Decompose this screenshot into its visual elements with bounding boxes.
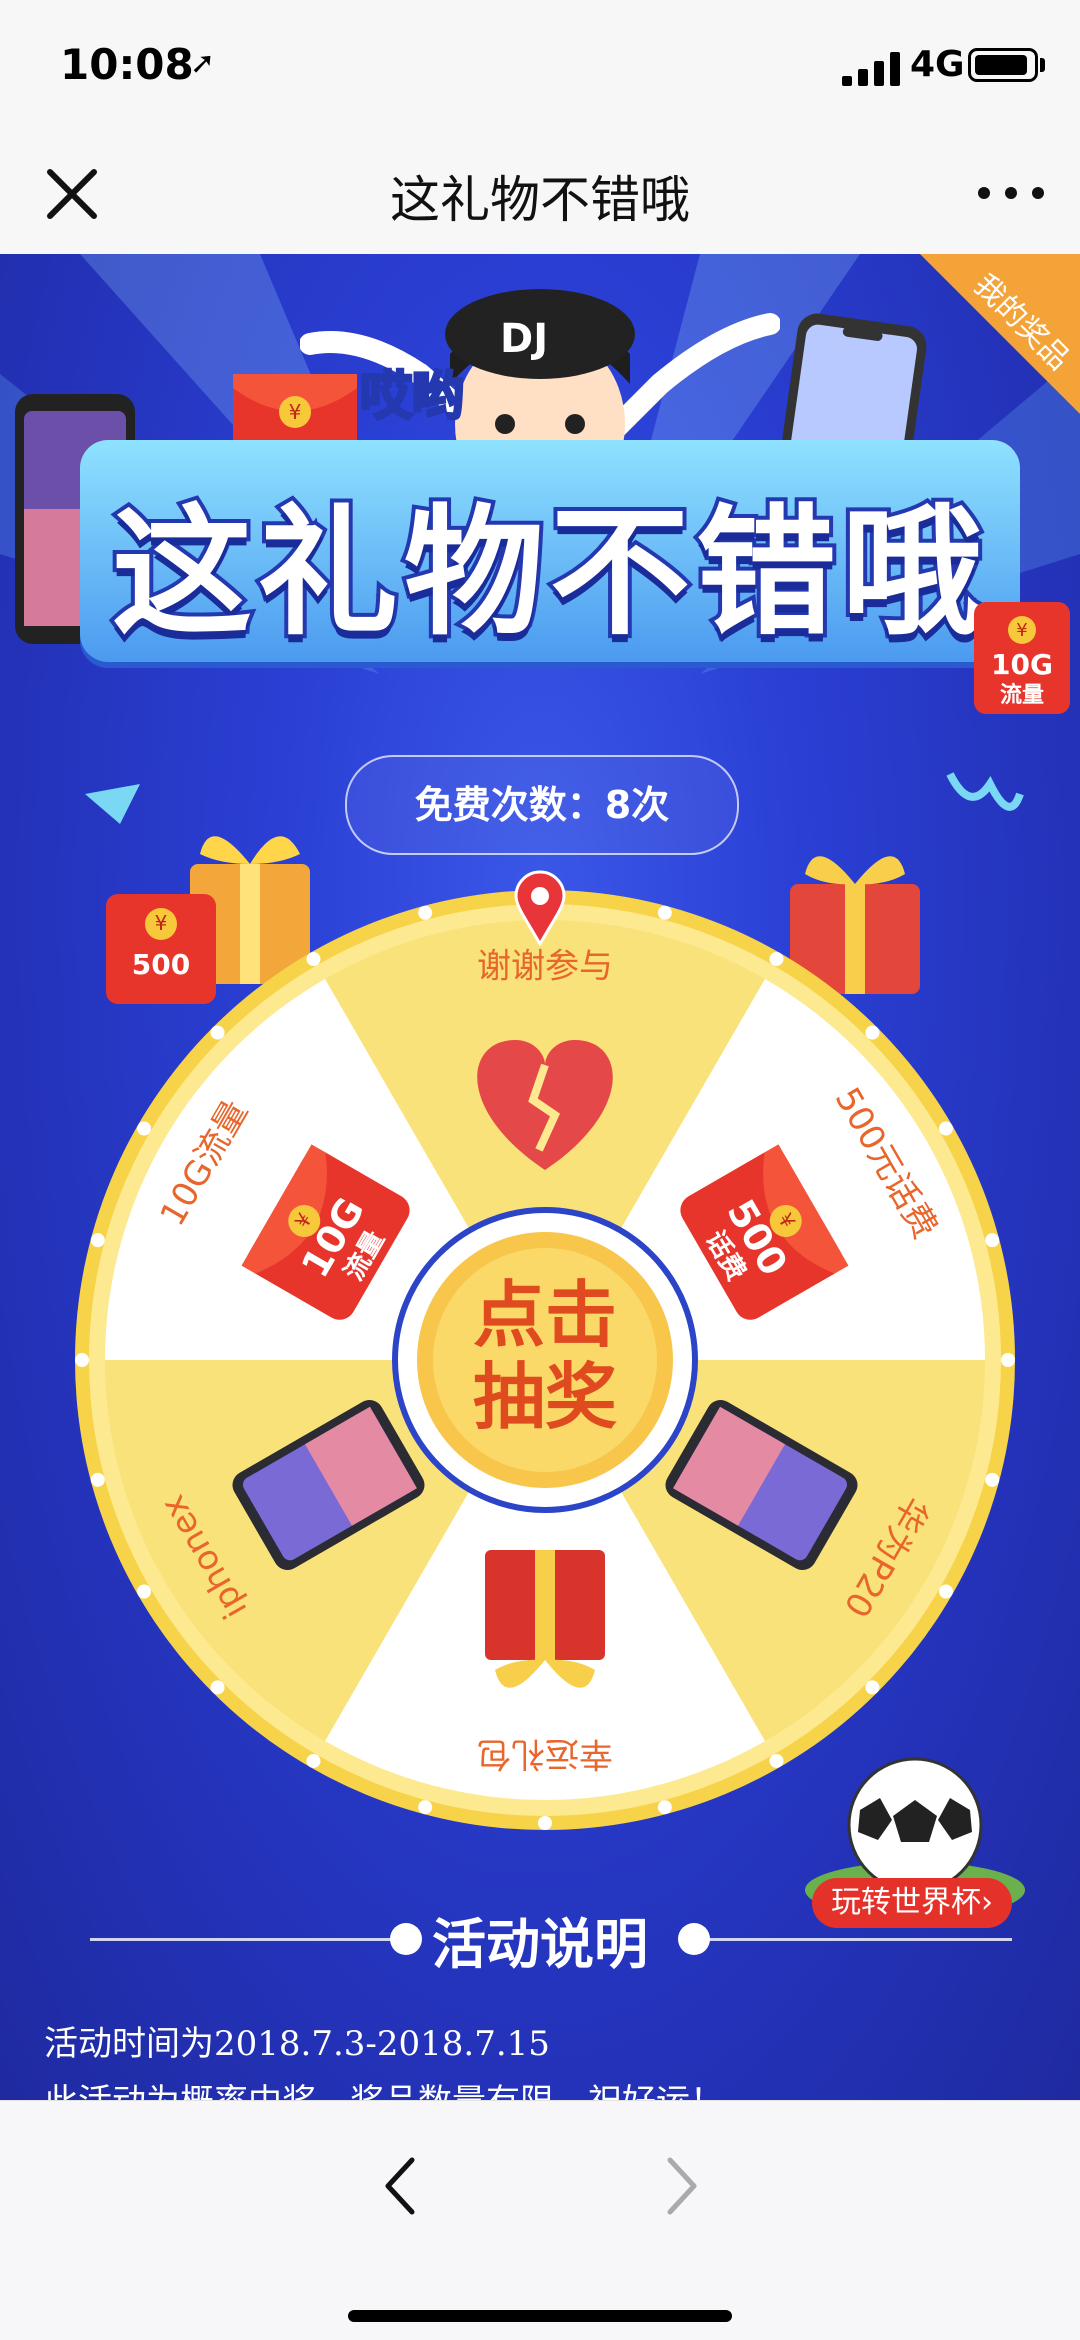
wheel-light: [1001, 1353, 1015, 1367]
center-button-label-2[interactable]: 抽奖: [473, 1355, 617, 1439]
wheel-light: [210, 1680, 225, 1695]
wheel-light: [418, 905, 433, 920]
rules-line-1: 活动时间为2018.7.3-2018.7.15: [44, 2024, 550, 2064]
center-button-label-1[interactable]: 点击: [473, 1273, 617, 1357]
wheel-light: [657, 1800, 672, 1815]
more-options-icon[interactable]: [974, 166, 1048, 220]
hero-banner: 这礼物不错哦: [80, 440, 1020, 662]
back-arrow-icon[interactable]: [372, 2146, 432, 2226]
pointer-pin-icon: [514, 870, 566, 946]
wheel-light: [137, 1121, 152, 1136]
wheel-light: [769, 1753, 784, 1768]
wheel-light: [90, 1472, 105, 1487]
location-arrow-icon: ➚: [190, 46, 216, 81]
lottery-page[interactable]: ¥ 500 DJ 哎哟 这礼物不错哦 ¥ 10G 流量 我的奖品 免费次数：8次: [0, 254, 1080, 2100]
home-indicator: [348, 2310, 732, 2322]
wheel-light: [657, 905, 672, 920]
network-type: 4G: [910, 44, 965, 85]
status-bar: 10:08 ➚ 4G: [0, 0, 1080, 132]
nav-bar: 这礼物不错哦: [0, 132, 1080, 255]
exclaim-text: 哎哟: [360, 367, 464, 427]
wheel-light: [75, 1353, 89, 1367]
wheel-segment-label: 谢谢参与: [477, 947, 613, 987]
cap-text: DJ: [500, 316, 548, 362]
wheel-light: [137, 1584, 152, 1599]
wheel-light: [938, 1584, 953, 1599]
wheel-light: [538, 1816, 552, 1830]
packet-yen: ¥: [1016, 620, 1027, 641]
forward-arrow-icon[interactable]: [650, 2146, 710, 2226]
wheel-segment-label: 幸运礼包: [477, 1734, 613, 1774]
battery-icon: [968, 48, 1038, 82]
my-prizes-badge[interactable]: 我的奖品: [920, 254, 1080, 414]
banner-title: 这礼物不错哦: [108, 488, 988, 659]
signal-icon: [842, 52, 900, 86]
wheel-light: [938, 1121, 953, 1136]
wheel-light: [418, 1800, 433, 1815]
wheel-light: [306, 952, 321, 967]
wheel-light: [90, 1233, 105, 1248]
battery-tip: [1040, 58, 1045, 72]
red-packet-decor-10g: ¥ 10G 流量: [974, 602, 1070, 714]
wheel-light: [985, 1472, 1000, 1487]
wheel-light: [306, 1753, 321, 1768]
wheel-light: [210, 1025, 225, 1040]
page-title: 这礼物不错哦: [390, 171, 690, 229]
wheel-light: [865, 1025, 880, 1040]
status-time: 10:08: [60, 40, 194, 89]
wheel-light: [769, 952, 784, 967]
browser-toolbar: [0, 2100, 1080, 2340]
wheel-light: [865, 1680, 880, 1695]
divider-right: [700, 1938, 1012, 1941]
packet-sub: 流量: [1000, 682, 1044, 708]
rules-line-2: 此活动为概率中奖，奖品数量有限，祝好运！: [44, 2074, 724, 2100]
wheel-light: [985, 1233, 1000, 1248]
packet-amount: 10G: [991, 648, 1053, 681]
prize-wheel[interactable]: 谢谢参与500元话费¥500话费华为P20幸运礼包iphonex10G流量 ¥10…: [55, 870, 1035, 1850]
